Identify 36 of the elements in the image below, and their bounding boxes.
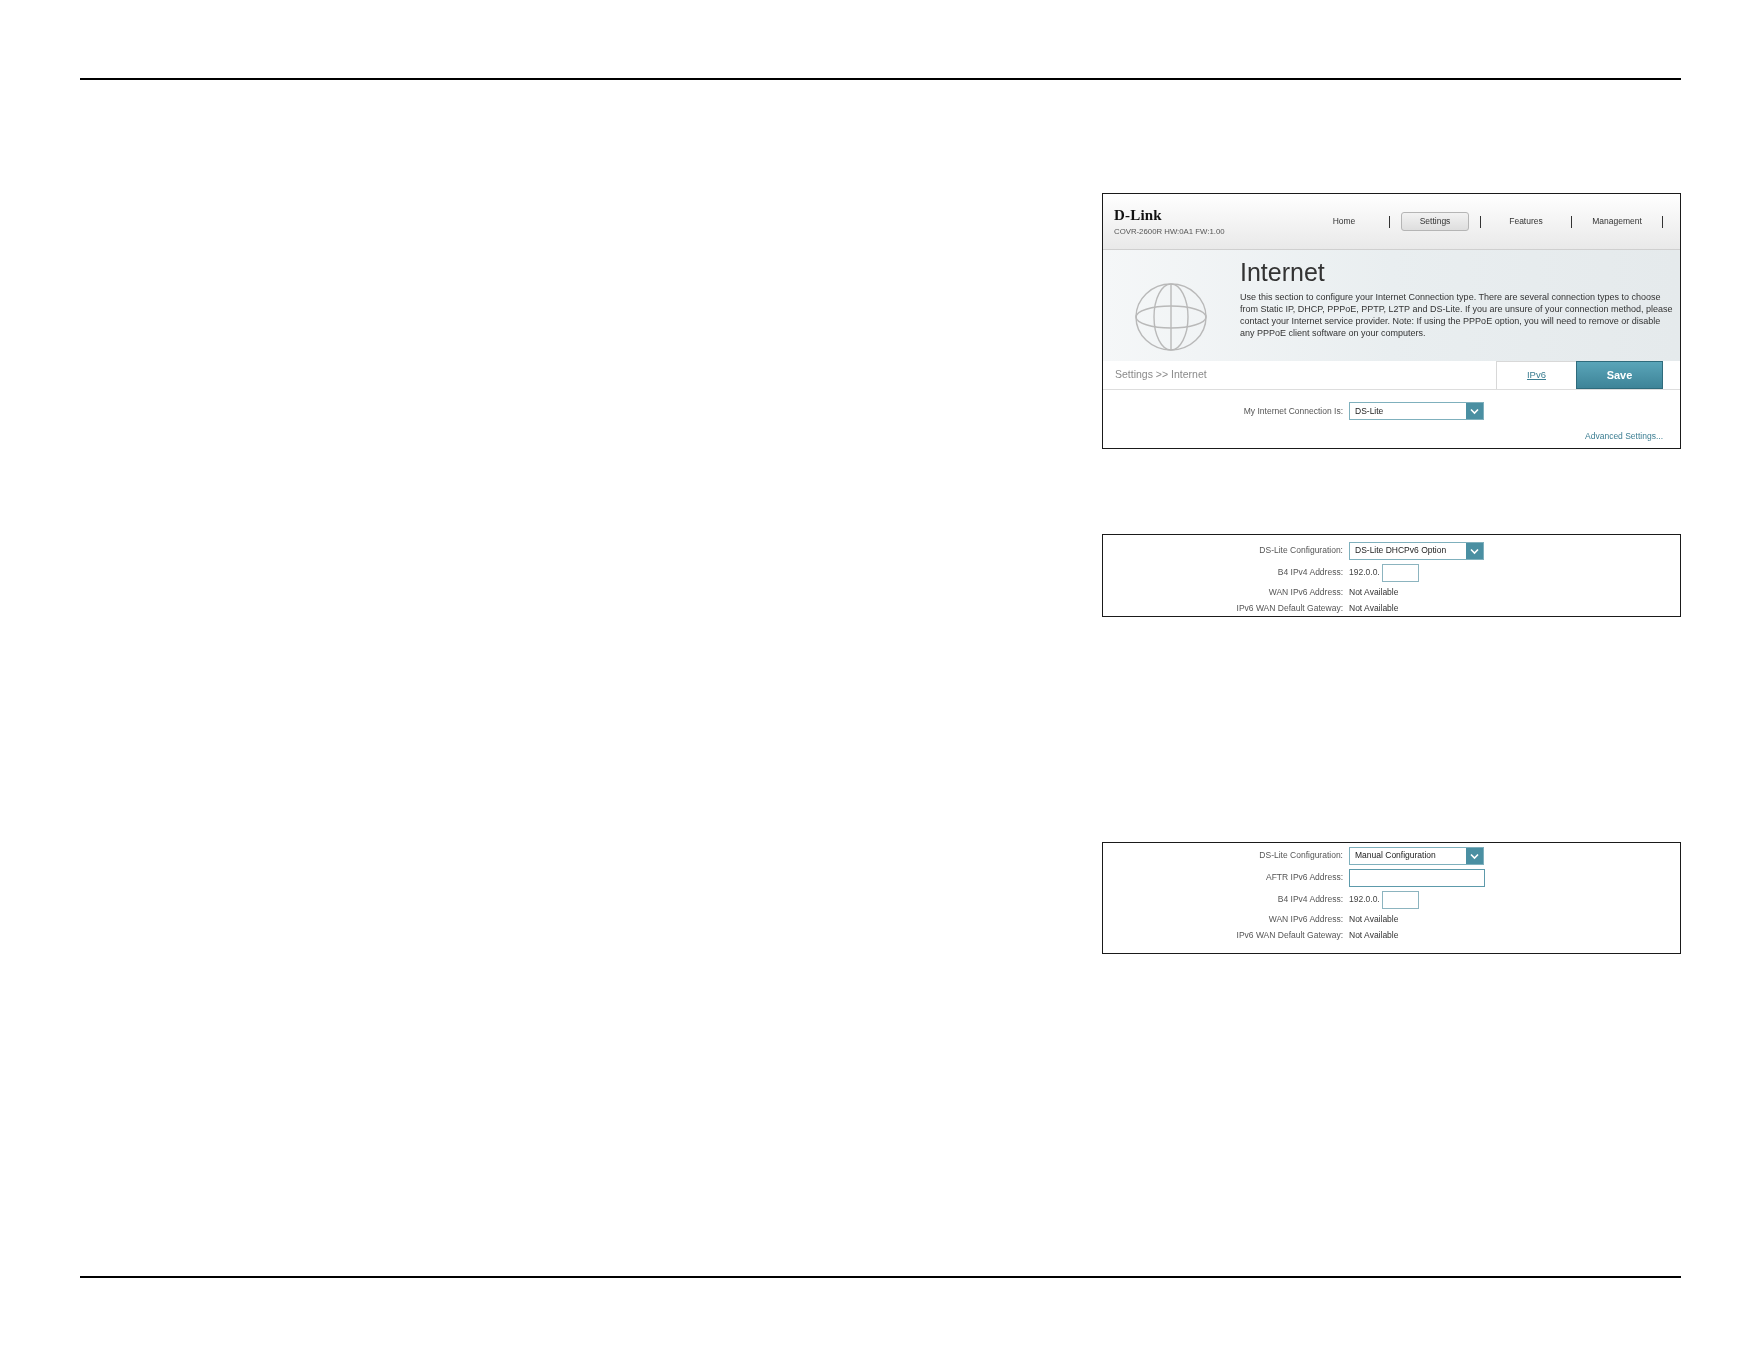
configuration-select[interactable]: Manual Configuration [1349, 846, 1484, 865]
field-value: Not Available [1349, 928, 1399, 942]
configuration-select[interactable]: DS-Lite DHCPv6 Option [1349, 541, 1484, 560]
ip-prefix: 192.0.0. [1349, 893, 1380, 907]
field-label: WAN IPv6 Address: [1267, 912, 1343, 926]
ip-prefix: 192.0.0. [1349, 566, 1380, 580]
field-label: IPv6 WAN Default Gateway: [1235, 928, 1343, 942]
ip-octet-field[interactable] [1381, 563, 1419, 582]
field-label: DS-Lite Configuration: [1258, 544, 1343, 558]
nav-tab[interactable]: Features [1505, 212, 1547, 231]
chevron-down-icon [1466, 542, 1483, 559]
page-title: Internet [1240, 260, 1326, 285]
field-label: My Internet Connection Is: [1242, 404, 1343, 418]
chevron-down-icon [1466, 847, 1483, 864]
page-description: Use this section to configure your Internet Connection type. There are several connection types to choose from Static IP, DHCP, PPPoE, PPTP, L2TP and DS-Lite. If you are unsure of your connection method, please contact your Internet service provider. Note: If using the PPPoE option, you will need to remove or disable any PPPoE client software on your computers. [1240, 291, 1674, 339]
breadcrumb: Settings >> Internet [1115, 367, 1207, 383]
field-value: Not Available [1349, 601, 1399, 615]
nav-tab[interactable]: Home [1328, 212, 1360, 231]
ip-octet-field[interactable] [1381, 890, 1419, 909]
field-value: Not Available [1349, 912, 1399, 926]
brand-logo: D-Link [1114, 207, 1162, 223]
ipv6-link[interactable]: IPv6 [1527, 368, 1546, 383]
field-label: WAN IPv6 Address: [1267, 585, 1343, 599]
globe-icon [1135, 283, 1207, 351]
input-field[interactable] [1349, 868, 1485, 887]
field-label: B4 IPv4 Address: [1276, 566, 1343, 580]
field-label: AFTR IPv6 Address: [1265, 871, 1343, 885]
advanced-settings-link[interactable]: Advanced Settings... [1585, 430, 1663, 443]
field-label: DS-Lite Configuration: [1258, 849, 1343, 863]
nav-tab[interactable]: Settings [1401, 212, 1469, 231]
nav-tab[interactable]: Management [1588, 212, 1646, 231]
field-value: Not Available [1349, 585, 1399, 599]
field-label: IPv6 WAN Default Gateway: [1235, 601, 1343, 615]
chevron-down-icon [1466, 403, 1483, 419]
connection-select[interactable]: DS-Lite [1349, 402, 1484, 420]
field-label: B4 IPv4 Address: [1276, 893, 1343, 907]
